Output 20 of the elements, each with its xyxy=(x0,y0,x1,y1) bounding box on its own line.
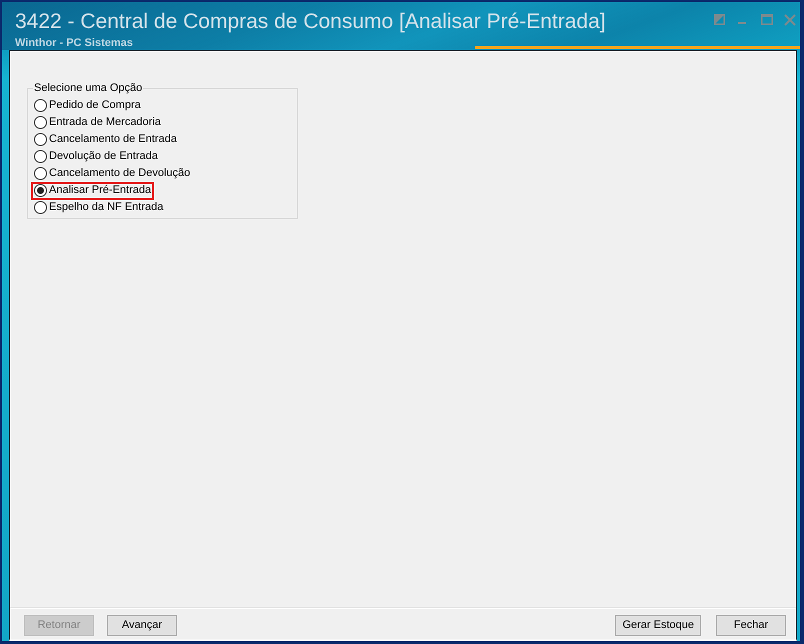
radio-button[interactable] xyxy=(34,184,47,197)
option-label[interactable]: Pedido de Compra xyxy=(49,99,141,112)
radio-button[interactable] xyxy=(34,116,47,129)
dialog-button[interactable]: Fechar xyxy=(716,615,786,636)
radio-button[interactable] xyxy=(34,167,47,180)
option-label[interactable]: Espelho da NF Entrada xyxy=(49,201,164,214)
dialog-button[interactable]: Avançar xyxy=(107,615,177,636)
radio-button[interactable] xyxy=(34,201,47,214)
radio-button[interactable] xyxy=(34,133,47,146)
window-subtitle: Winthor - PC Sistemas xyxy=(15,36,133,50)
option-label[interactable]: Cancelamento de Devolução xyxy=(49,167,190,180)
dialog-button[interactable]: Gerar Estoque xyxy=(615,615,701,636)
option-label[interactable]: Analisar Pré-Entrada xyxy=(49,184,152,197)
option-label[interactable]: Devolução de Entrada xyxy=(49,150,158,163)
option-label[interactable]: Entrada de Mercadoria xyxy=(49,116,161,129)
window-title: 3422 - Central de Compras de Consumo [Analisar Pré-Entrada] xyxy=(15,10,606,34)
radio-button[interactable] xyxy=(34,99,47,112)
group-legend: Selecione uma Opção xyxy=(33,82,144,95)
radio-button[interactable] xyxy=(34,150,47,163)
option-label[interactable]: Cancelamento de Entrada xyxy=(49,133,177,146)
